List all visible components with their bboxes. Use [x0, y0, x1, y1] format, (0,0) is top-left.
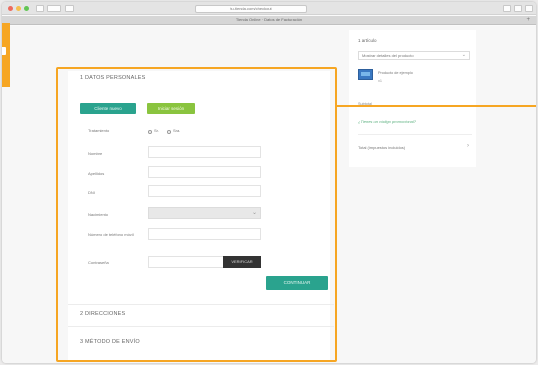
product-quantity: x1 — [378, 79, 383, 83]
chevron-down-icon: ⌄ — [461, 52, 466, 58]
summary-count: 1 artículo — [358, 38, 377, 43]
total-label[interactable]: Total (impuestos incluidos) — [358, 145, 405, 150]
share-button-icon[interactable] — [503, 5, 511, 12]
side-accent — [2, 23, 10, 87]
select-value: Mostrar detalles del producto — [362, 53, 414, 58]
address-bar[interactable]: tu-tienda.com/checkout — [195, 5, 307, 13]
highlight-frame — [56, 67, 337, 362]
browser-titlebar: tu-tienda.com/checkout — [2, 2, 536, 15]
maximize-window-button[interactable] — [24, 6, 29, 11]
sidebar-toggle-icon[interactable] — [36, 5, 44, 12]
back-forward-icon[interactable] — [47, 5, 61, 12]
promo-code-link[interactable]: ¿Tienes un código promocional? — [358, 119, 416, 124]
product-name[interactable]: Producto de ejemplo — [378, 71, 413, 76]
browser-window: tu-tienda.com/checkout Tienda Online · D… — [2, 2, 536, 363]
tab-bar: Tienda Online · Datos de Facturación + — [2, 16, 536, 25]
thumbnail-image — [361, 72, 370, 76]
add-tab-icon[interactable]: + — [526, 16, 530, 24]
share-icon[interactable] — [65, 5, 74, 12]
highlight-connector — [337, 105, 536, 107]
tab-active[interactable]: Tienda Online · Datos de Facturación — [236, 17, 302, 22]
chevron-right-icon[interactable]: › — [467, 143, 469, 149]
divider — [358, 134, 472, 135]
new-tab-icon[interactable] — [525, 5, 533, 12]
drag-handle-icon[interactable] — [2, 47, 6, 55]
product-details-select[interactable]: Mostrar detalles del producto ⌄ — [358, 51, 470, 60]
page-content: 1 DATOS PERSONALES Cliente nuevo Iniciar… — [2, 23, 536, 363]
product-thumbnail[interactable] — [358, 69, 373, 80]
minimize-window-button[interactable] — [16, 6, 21, 11]
tabs-overview-icon[interactable] — [514, 5, 522, 12]
close-window-button[interactable] — [8, 6, 13, 11]
